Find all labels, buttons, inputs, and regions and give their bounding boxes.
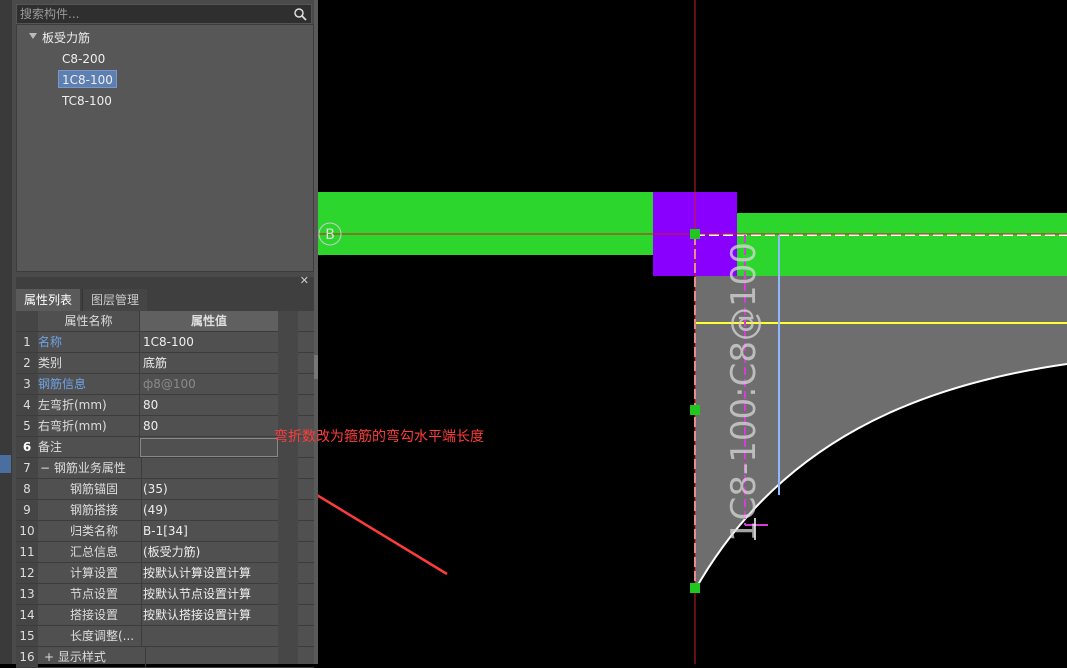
- row-name: 汇总信息: [38, 542, 142, 562]
- beam-right[interactable]: [735, 213, 1067, 276]
- tab-layer-management[interactable]: 图层管理: [82, 289, 148, 311]
- strip-marker[interactable]: [0, 455, 11, 473]
- row-name: 名称: [38, 332, 140, 352]
- annotation-text: 弯折数改为箍筋的弯勾水平端长度: [274, 429, 484, 445]
- table-row[interactable]: 16 + 显示样式: [16, 647, 314, 668]
- table-row[interactable]: 7 − 钢筋业务属性: [16, 458, 314, 479]
- row-value[interactable]: (板受力筋): [140, 542, 281, 562]
- table-row[interactable]: 11 汇总信息 (板受力筋): [16, 542, 314, 563]
- row-value[interactable]: B-1[34]: [140, 521, 281, 541]
- row-value[interactable]: 按默认搭接设置计算: [140, 605, 281, 625]
- row-number: 5: [16, 416, 38, 436]
- row-number: 13: [16, 584, 38, 604]
- table-row[interactable]: 8 钢筋锚固 (35): [16, 479, 314, 500]
- beam-left[interactable]: [318, 192, 658, 255]
- table-row[interactable]: 3 钢筋信息 ф8@100: [16, 374, 314, 395]
- expand-arrow-icon[interactable]: [29, 33, 37, 39]
- table-row[interactable]: 5 右弯折(mm) 80: [16, 416, 314, 437]
- row-name: 类别: [38, 353, 140, 373]
- remark-input[interactable]: [140, 438, 278, 457]
- row-name: 备注: [38, 437, 140, 457]
- row-group-toggle[interactable]: − 钢筋业务属性: [38, 458, 142, 478]
- row-value[interactable]: 80: [140, 416, 281, 436]
- grip-point-middle[interactable]: [690, 405, 700, 415]
- row-name: 节点设置: [38, 584, 142, 604]
- close-icon[interactable]: ✕: [300, 274, 309, 287]
- row-value[interactable]: 按默认节点设置计算: [140, 584, 281, 604]
- row-name: 计算设置: [38, 563, 142, 583]
- tree-item-1c8-100[interactable]: 1C8-100: [58, 70, 117, 88]
- row-number: 11: [16, 542, 38, 562]
- row-value[interactable]: [140, 626, 281, 646]
- row-number: 10: [16, 521, 38, 541]
- rebar-label: 1C8-100:C8@100: [724, 242, 764, 542]
- row-group-toggle[interactable]: + 显示样式: [38, 647, 146, 667]
- search-input[interactable]: [20, 6, 290, 22]
- row-number: 16: [16, 647, 38, 667]
- header-name: 属性名称: [38, 311, 140, 331]
- row-name: 归类名称: [38, 521, 142, 541]
- row-value[interactable]: ф8@100: [140, 374, 281, 394]
- row-number: 15: [16, 626, 38, 646]
- grip-point-top[interactable]: [690, 229, 700, 239]
- header-value: 属性值: [140, 311, 278, 331]
- row-number: 9: [16, 500, 38, 520]
- row-name: 搭接设置: [38, 605, 142, 625]
- row-value[interactable]: (49): [140, 500, 281, 520]
- property-tabbar: 属性列表 图层管理: [16, 289, 314, 311]
- tree-item-c8-200[interactable]: C8-200: [62, 50, 105, 68]
- row-name: 钢筋搭接: [38, 500, 142, 520]
- table-row[interactable]: 10 归类名称 B-1[34]: [16, 521, 314, 542]
- row-name: 钢筋锚固: [38, 479, 142, 499]
- property-grid: 属性名称 属性值 1 名称 1C8-100 2 类别 底筋 3 钢筋信息 ф8@…: [16, 311, 314, 668]
- tree-item-tc8-100[interactable]: TC8-100: [62, 92, 112, 110]
- grid-scroll-column: [278, 311, 298, 664]
- grid-header-row: 属性名称 属性值: [16, 311, 314, 332]
- row-name: 左弯折(mm): [38, 395, 140, 415]
- row-number: 14: [16, 605, 38, 625]
- table-row[interactable]: 6 备注: [16, 437, 314, 458]
- table-row[interactable]: 15 长度调整(...: [16, 626, 314, 647]
- header-num-cell: [16, 311, 38, 331]
- drawing-canvas[interactable]: B 1C8-100:C8@100: [318, 0, 1067, 664]
- row-number: 4: [16, 395, 38, 415]
- search-box: [16, 4, 312, 24]
- table-row[interactable]: 13 节点设置 按默认节点设置计算: [16, 584, 314, 605]
- row-name: 钢筋信息: [38, 374, 140, 394]
- row-value: [140, 647, 281, 667]
- table-row[interactable]: 9 钢筋搭接 (49): [16, 500, 314, 521]
- table-row[interactable]: 12 计算设置 按默认计算设置计算: [16, 563, 314, 584]
- row-number: 12: [16, 563, 38, 583]
- component-tree: 板受力筋 C8-200 1C8-100 TC8-100: [16, 24, 314, 272]
- row-value[interactable]: 底筋: [140, 353, 281, 373]
- row-number: 2: [16, 353, 38, 373]
- tree-root-item[interactable]: 板受力筋: [42, 29, 90, 47]
- grip-point-bottom[interactable]: [690, 583, 700, 593]
- search-icon[interactable]: [293, 7, 307, 21]
- row-number: 6: [16, 437, 38, 457]
- row-value: [140, 458, 281, 478]
- property-panel-header: ✕: [16, 274, 314, 289]
- table-row[interactable]: 1 名称 1C8-100: [16, 332, 314, 353]
- row-number: 1: [16, 332, 38, 352]
- row-number: 8: [16, 479, 38, 499]
- table-row[interactable]: 14 搭接设置 按默认搭接设置计算: [16, 605, 314, 626]
- row-number: 3: [16, 374, 38, 394]
- row-value[interactable]: 按默认计算设置计算: [140, 563, 281, 583]
- table-row[interactable]: 4 左弯折(mm) 80: [16, 395, 314, 416]
- table-row[interactable]: 2 类别 底筋: [16, 353, 314, 374]
- row-value[interactable]: 80: [140, 395, 281, 415]
- row-number: 7: [16, 458, 38, 478]
- row-value[interactable]: (35): [140, 479, 281, 499]
- axis-label: B: [325, 227, 335, 243]
- row-name: 长度调整(...: [38, 626, 142, 646]
- row-value[interactable]: 1C8-100: [140, 332, 281, 352]
- tab-property-list[interactable]: 属性列表: [16, 289, 81, 311]
- row-name: 右弯折(mm): [38, 416, 140, 436]
